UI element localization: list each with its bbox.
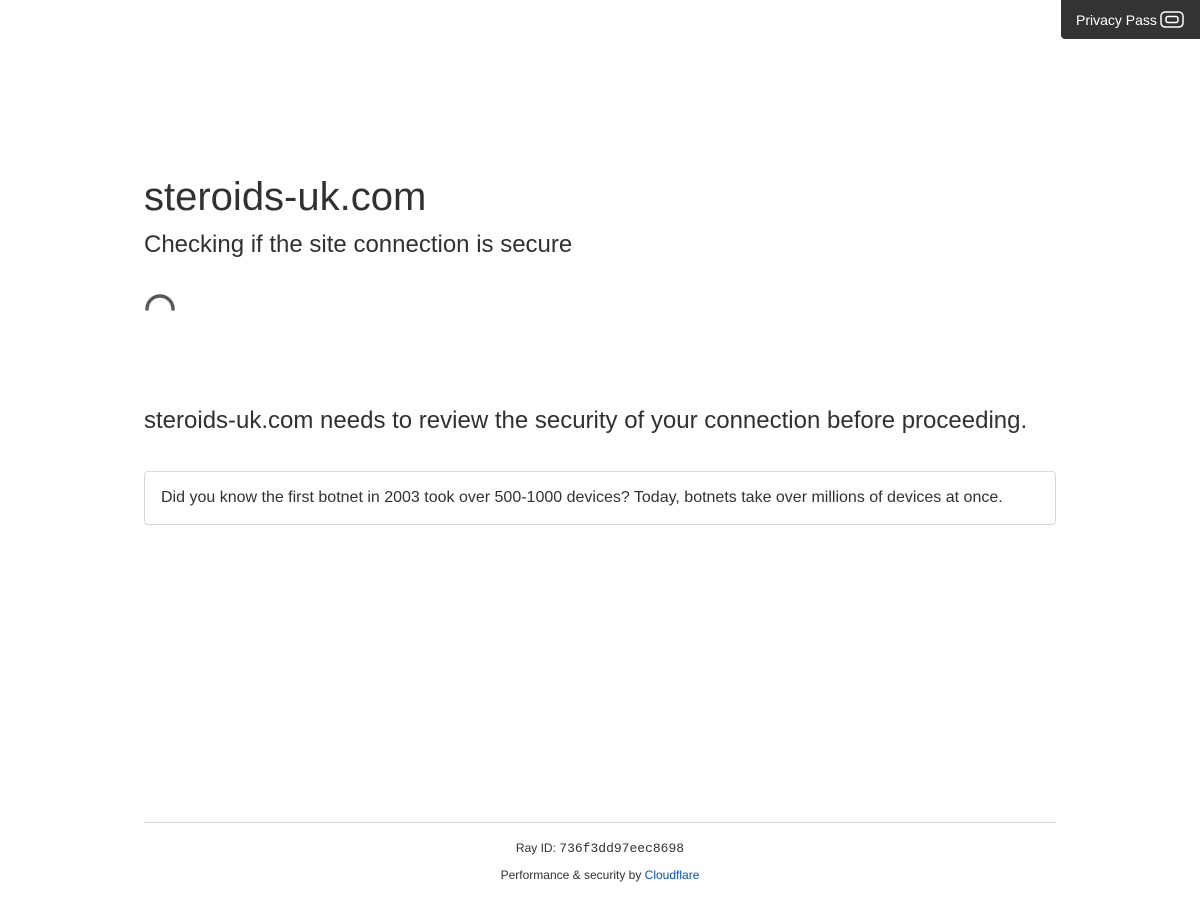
ray-id-label: Ray ID:: [515, 841, 556, 855]
cloudflare-link[interactable]: Cloudflare: [645, 868, 700, 882]
privacy-pass-button[interactable]: Privacy Pass: [1061, 0, 1200, 39]
site-title: steroids-uk.com: [144, 175, 427, 219]
site-subtitle: Checking if the site connection is secur…: [144, 231, 573, 258]
loading-spinner-icon: [145, 294, 175, 311]
footer: Ray ID: 736f3dd97eec8698 Performance & s…: [144, 822, 1056, 883]
fact-box: Did you know the first botnet in 2003 to…: [144, 471, 1056, 525]
fact-text: Did you know the first botnet in 2003 to…: [161, 489, 1003, 506]
performance-label: Performance & security by: [500, 868, 642, 882]
performance-line: Performance & security by Cloudflare: [144, 868, 1056, 883]
review-message: steroids-uk.com needs to review the secu…: [144, 407, 1028, 434]
privacy-pass-icon: [1160, 11, 1184, 28]
ray-id-line: Ray ID: 736f3dd97eec8698: [144, 841, 1056, 856]
ray-id-value: 736f3dd97eec8698: [559, 841, 685, 856]
privacy-pass-label: Privacy Pass: [1076, 11, 1157, 28]
